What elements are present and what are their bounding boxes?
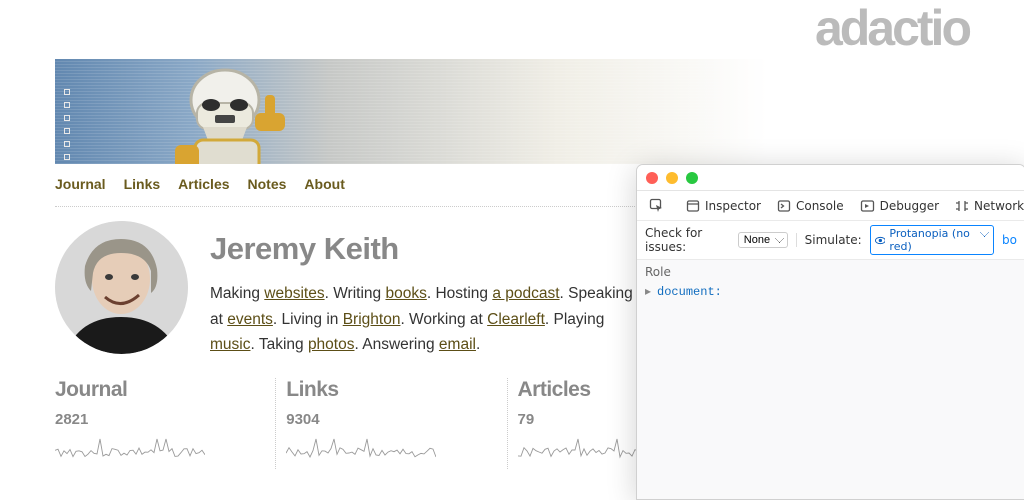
- tab-network[interactable]: Network: [948, 195, 1024, 217]
- tab-inspector[interactable]: Inspector: [679, 195, 768, 217]
- sparkline: [55, 437, 265, 461]
- tab-label: Network: [974, 199, 1024, 213]
- bio-link-websites[interactable]: websites: [264, 285, 324, 302]
- avatar: [55, 221, 188, 354]
- nav-links[interactable]: Links: [124, 176, 161, 192]
- nav-notes[interactable]: Notes: [248, 176, 287, 192]
- nav-journal[interactable]: Journal: [55, 176, 106, 192]
- simulate-label: Simulate:: [805, 233, 862, 247]
- profile-name: Jeremy Keith: [210, 231, 640, 267]
- banner-figure: [165, 65, 335, 164]
- tab-console[interactable]: Console: [770, 195, 851, 217]
- bio-link-brighton[interactable]: Brighton: [343, 311, 401, 328]
- nav-articles[interactable]: Articles: [178, 176, 229, 192]
- stat-count: 9304: [286, 411, 496, 428]
- simulate-value: Protanopia (no red): [889, 227, 977, 253]
- tab-label: Debugger: [880, 199, 939, 213]
- window-titlebar[interactable]: [637, 165, 1024, 191]
- site-logo: adactio: [55, 3, 969, 53]
- profile-bio: Making websites. Writing books. Hosting …: [210, 281, 640, 358]
- accessibility-tree-node[interactable]: ▸document:: [645, 284, 1017, 299]
- issues-label: Check for issues:: [645, 226, 730, 254]
- issues-select[interactable]: None: [738, 232, 788, 248]
- minimize-icon[interactable]: [666, 172, 678, 184]
- stat-count: 2821: [55, 411, 265, 428]
- bio-link-email[interactable]: email: [439, 336, 476, 353]
- toolbar-overflow[interactable]: bo: [1002, 233, 1017, 247]
- close-icon[interactable]: [646, 172, 658, 184]
- tab-label: Inspector: [705, 199, 761, 213]
- bio-link-a-podcast[interactable]: a podcast: [492, 285, 559, 302]
- bio-link-clearleft[interactable]: Clearleft: [487, 311, 545, 328]
- role-heading: Role: [645, 265, 1017, 279]
- stat-journal[interactable]: Journal 2821: [55, 378, 275, 469]
- bio-link-events[interactable]: events: [227, 311, 273, 328]
- header-banner: [55, 59, 969, 164]
- devtools-toolbar: Check for issues: None Simulate: Protano…: [637, 221, 1024, 260]
- caret-right-icon: ▸: [645, 285, 651, 299]
- simulate-select[interactable]: Protanopia (no red): [870, 225, 994, 255]
- stat-links[interactable]: Links 9304: [275, 378, 506, 469]
- tab-label: Console: [796, 199, 844, 213]
- sparkline: [286, 437, 496, 461]
- stat-label: Links: [286, 378, 496, 402]
- nav-about[interactable]: About: [304, 176, 344, 192]
- bio-link-books[interactable]: books: [385, 285, 426, 302]
- banner-dots: [64, 89, 70, 160]
- stat-label: Journal: [55, 378, 265, 402]
- bio-link-photos[interactable]: photos: [308, 336, 355, 353]
- tab-debugger[interactable]: Debugger: [853, 195, 946, 217]
- pick-element-button[interactable]: [642, 194, 671, 217]
- bio-link-music[interactable]: music: [210, 336, 250, 353]
- zoom-icon[interactable]: [686, 172, 698, 184]
- devtools-tabs: Inspector Console Debugger Network: [637, 191, 1024, 221]
- devtools-window: Inspector Console Debugger Network Check…: [636, 164, 1024, 500]
